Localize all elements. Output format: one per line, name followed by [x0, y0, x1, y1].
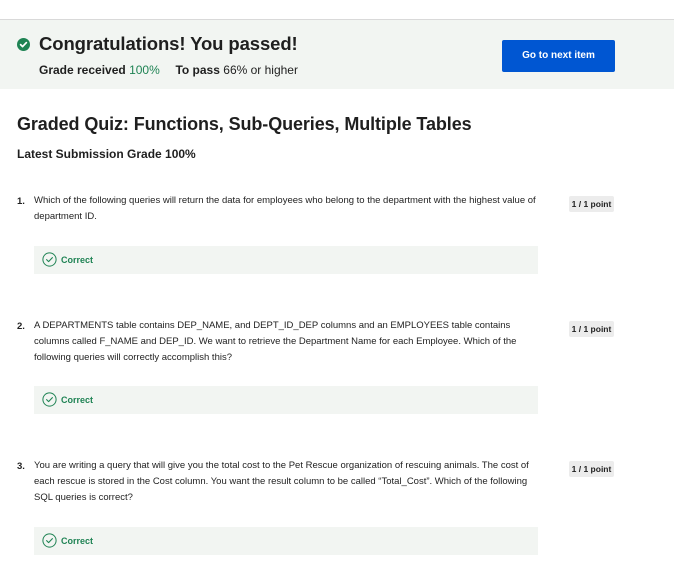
- result-label: Correct: [61, 536, 94, 546]
- go-to-next-item-button[interactable]: Go to next item: [502, 40, 615, 72]
- grade-summary: Grade received 100% To pass 66% or highe…: [39, 63, 298, 77]
- pass-title: Congratulations! You passed!: [39, 33, 298, 54]
- question-number: 3.: [17, 461, 25, 472]
- question-text: You are writing a query that will give y…: [34, 460, 529, 503]
- points-badge: 1 / 1 point: [569, 321, 614, 337]
- grade-received-label: Grade received: [39, 63, 126, 77]
- to-pass-label: To pass: [175, 63, 220, 77]
- check-circle-icon: [42, 392, 57, 407]
- question-text: A DEPARTMENTS table contains DEP_NAME, a…: [34, 320, 517, 363]
- grade-received-value: 100%: [129, 63, 160, 77]
- quiz-title: Graded Quiz: Functions, Sub-Queries, Mul…: [17, 114, 472, 134]
- result-feedback: Correct: [34, 246, 538, 274]
- result-label: Correct: [61, 395, 94, 405]
- result-feedback: Correct: [34, 527, 538, 555]
- check-circle-icon: [42, 252, 57, 267]
- question-number: 2.: [17, 321, 25, 332]
- result-label: Correct: [61, 255, 94, 265]
- question-number: 1.: [17, 196, 25, 207]
- question-text: Which of the following queries will retu…: [34, 195, 536, 222]
- to-pass-value: 66% or higher: [223, 63, 298, 77]
- result-feedback: Correct: [34, 386, 538, 414]
- points-badge: 1 / 1 point: [569, 196, 614, 212]
- points-badge: 1 / 1 point: [569, 461, 614, 477]
- check-circle-icon: [17, 38, 30, 51]
- check-circle-icon: [42, 533, 57, 548]
- latest-submission-grade: Latest Submission Grade 100%: [17, 147, 196, 161]
